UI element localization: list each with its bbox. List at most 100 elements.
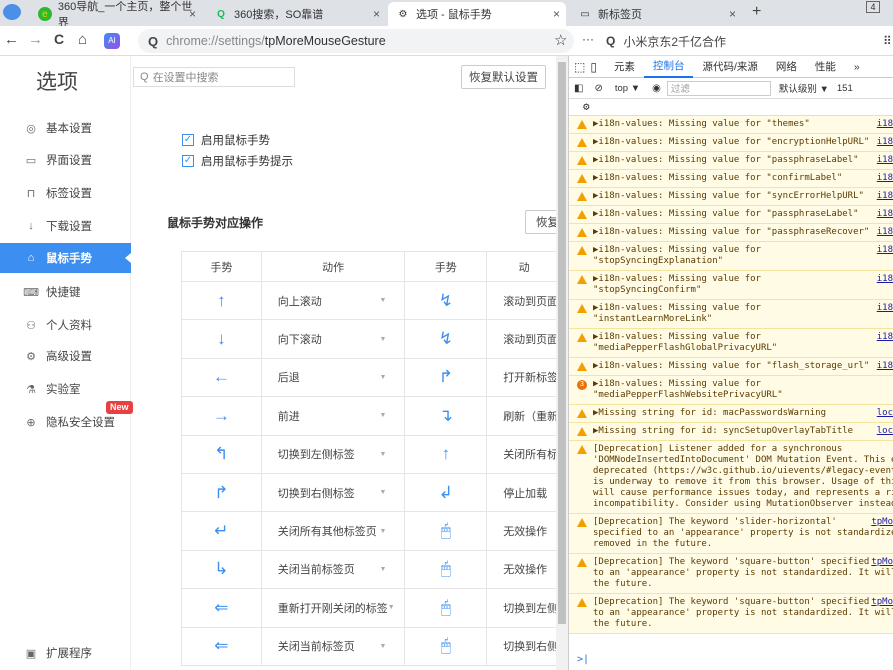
console-warning[interactable]: [Deprecation] The keyword 'square-button… <box>569 554 893 594</box>
console-warning[interactable]: ▶i18n-values: Missing value for "passphr… <box>569 224 893 242</box>
console-warning[interactable]: ▶i18n-values: Missing value for "themes"… <box>569 116 893 134</box>
bookmark-star-icon[interactable]: ☆ <box>554 31 567 49</box>
console-warning[interactable]: [Deprecation] The keyword 'square-button… <box>569 594 893 634</box>
scrollbar-thumb[interactable] <box>558 62 566 624</box>
sidebar-item-download[interactable]: ↓ 下载设置 <box>0 211 131 241</box>
console-warning[interactable]: ▶i18n-values: Missing value for "stopSyn… <box>569 242 893 271</box>
action-select[interactable]: 向上滚动 ▼ <box>262 282 406 320</box>
source-link[interactable]: i18 <box>874 173 893 184</box>
console-warning[interactable]: ▶i18n-values: Missing value for "passphr… <box>569 206 893 224</box>
context-selector[interactable]: top ▼ <box>609 83 646 94</box>
console-warning[interactable]: ▶i18n-values: Missing value for "stopSyn… <box>569 271 893 300</box>
action-select[interactable]: 重新打开刚关闭的标签 ▼ <box>262 589 406 627</box>
tab-360search[interactable]: Q 360搜索，SO靠谱 × <box>206 2 386 26</box>
devtools-tab-network[interactable]: 网络 <box>767 56 806 78</box>
console-warning[interactable]: [Deprecation] The keyword 'slider-horizo… <box>569 514 893 554</box>
action-select[interactable]: 切换到左侧标签 ▼ <box>262 435 406 473</box>
source-link[interactable]: tpMo <box>869 597 893 608</box>
devtools-more-tabs[interactable]: » <box>845 56 869 78</box>
sidebar-item-basic[interactable]: ◎ 基本设置 <box>0 113 131 143</box>
log-levels-dropdown[interactable]: 默认级别 ▼ <box>771 81 837 95</box>
action-select[interactable]: 切换到右侧标签 ▼ <box>262 473 406 512</box>
action-select[interactable]: 向下滚动 ▼ <box>262 320 406 358</box>
source-link[interactable]: i18 <box>874 137 893 148</box>
tab-newtab[interactable]: ▭ 新标签页 × <box>570 2 742 26</box>
sidebar-item-mouse-gesture[interactable]: ⌂ 鼠标手势 <box>0 243 131 273</box>
action-select[interactable]: 停止加载 <box>487 474 561 511</box>
sidebar-item-shortcuts[interactable]: ⌨ 快捷键 <box>0 277 131 307</box>
action-select[interactable]: 切换到右侧 <box>487 628 561 665</box>
console-warning[interactable]: ▶Missing string for id: macPasswordsWarn… <box>569 405 893 423</box>
console-warning[interactable]: ▶i18n-values: Missing value for "syncErr… <box>569 188 893 206</box>
console-prompt[interactable]: >| <box>569 654 893 670</box>
action-select[interactable]: 滚动到页面 <box>487 282 561 319</box>
action-select[interactable]: 刷新（重新 <box>487 397 561 434</box>
console-filter-input[interactable]: 过滤 <box>666 80 771 96</box>
sidebar-item-lab[interactable]: ⚗ 实验室 <box>0 374 131 404</box>
source-link[interactable]: i18 <box>874 303 893 314</box>
source-link[interactable]: tpMo <box>869 557 893 568</box>
tab-close-icon[interactable]: × <box>373 7 380 21</box>
console-warning[interactable]: ▶i18n-values: Missing value for "encrypt… <box>569 134 893 152</box>
source-link[interactable]: i18 <box>874 155 893 166</box>
apps-grid-icon[interactable]: ⠿ <box>883 34 892 48</box>
device-toggle-icon[interactable]: ▯ <box>590 60 605 74</box>
sidebar-toggle-icon[interactable]: ◧ <box>569 83 588 94</box>
source-link[interactable]: i18 <box>874 361 893 372</box>
console-warning[interactable]: ▶i18n-values: Missing value for "instant… <box>569 300 893 329</box>
address-bar[interactable]: Q chrome://settings/tpMoreMouseGesture <box>138 29 574 53</box>
tab-count-badge[interactable]: 4 <box>866 1 880 13</box>
tab-close-icon[interactable]: × <box>189 7 196 21</box>
source-link[interactable]: i18 <box>874 245 893 256</box>
source-link[interactable]: i18 <box>874 227 893 238</box>
devtools-tab-sources[interactable]: 源代码/来源 <box>693 56 766 78</box>
sidebar-item-tabs[interactable]: ⊓ 标签设置 <box>0 178 131 208</box>
console-warning[interactable]: ▶i18n-values: Missing value for "confirm… <box>569 170 893 188</box>
back-button[interactable]: ← <box>4 31 19 48</box>
action-select[interactable]: 前进 ▼ <box>262 397 406 435</box>
restore-defaults-button[interactable]: 恢复默认设置 <box>461 65 546 89</box>
browser-logo-icon[interactable] <box>3 4 21 20</box>
ai-assistant-icon[interactable]: AI <box>104 33 120 49</box>
inspect-element-icon[interactable]: ⬚ <box>569 60 590 74</box>
console-warning[interactable]: 3 ▶i18n-values: Missing value for "mediaP… <box>569 376 893 405</box>
tab-360nav[interactable]: e 360导航_一个主页，整个世界 × <box>30 1 202 29</box>
action-select[interactable]: 切换到左侧 <box>487 589 561 626</box>
action-select[interactable]: 打开新标签 <box>487 359 561 396</box>
tab-settings[interactable]: ⚙ 选项 - 鼠标手势 × <box>388 2 566 26</box>
tab-close-icon[interactable]: × <box>553 7 560 21</box>
enable-gesture-checkbox[interactable]: ✓ 启用鼠标手势 <box>182 132 270 148</box>
source-link[interactable]: loc <box>874 426 893 437</box>
action-select[interactable]: 关闭当前标签页 ▼ <box>262 627 406 665</box>
action-select[interactable]: 无效操作 <box>487 512 561 549</box>
reload-button[interactable]: C <box>54 31 64 47</box>
action-select[interactable]: 关闭当前标签页 ▼ <box>262 550 406 589</box>
source-link[interactable]: i18 <box>874 209 893 220</box>
devtools-tab-console[interactable]: 控制台 <box>643 56 694 78</box>
devtools-tab-performance[interactable]: 性能 <box>806 56 845 78</box>
forward-button[interactable]: → <box>28 31 43 48</box>
sidebar-item-profile[interactable]: ⚇ 个人资料 <box>0 310 131 340</box>
sidebar-item-interface[interactable]: ▭ 界面设置 <box>0 145 131 175</box>
settings-search-input[interactable]: Q 在设置中搜索 <box>133 67 295 87</box>
tab-close-icon[interactable]: × <box>729 7 736 21</box>
source-link[interactable]: tpMo <box>869 517 893 528</box>
console-warning[interactable]: ▶i18n-values: Missing value for "mediaPe… <box>569 329 893 358</box>
sidebar-item-advanced[interactable]: ⚙ 高级设置 <box>0 341 131 371</box>
search-field[interactable]: Q 小米京东2千亿合作 <box>606 29 886 53</box>
action-select[interactable]: 无效操作 <box>487 551 561 588</box>
action-select[interactable]: 关闭所有其他标签页 ▼ <box>262 512 406 550</box>
source-link[interactable]: i18 <box>874 332 893 343</box>
clear-console-icon[interactable]: ⊘ <box>588 83 608 94</box>
new-tab-button[interactable]: + <box>752 3 761 21</box>
more-menu-icon[interactable]: ··· <box>582 32 594 46</box>
action-select[interactable]: 关闭所有标 <box>487 436 561 473</box>
devtools-tab-elements[interactable]: 元素 <box>605 56 644 78</box>
console-warning[interactable]: ▶i18n-values: Missing value for "passphr… <box>569 152 893 170</box>
home-button[interactable]: ⌂ <box>78 31 87 48</box>
source-link[interactable]: i18 <box>874 119 893 130</box>
source-link[interactable]: loc <box>874 408 893 419</box>
gear-icon[interactable]: ⚙ <box>583 100 590 113</box>
action-select[interactable]: 滚动到页面 <box>487 320 561 357</box>
eye-icon[interactable]: ◉ <box>646 83 667 94</box>
